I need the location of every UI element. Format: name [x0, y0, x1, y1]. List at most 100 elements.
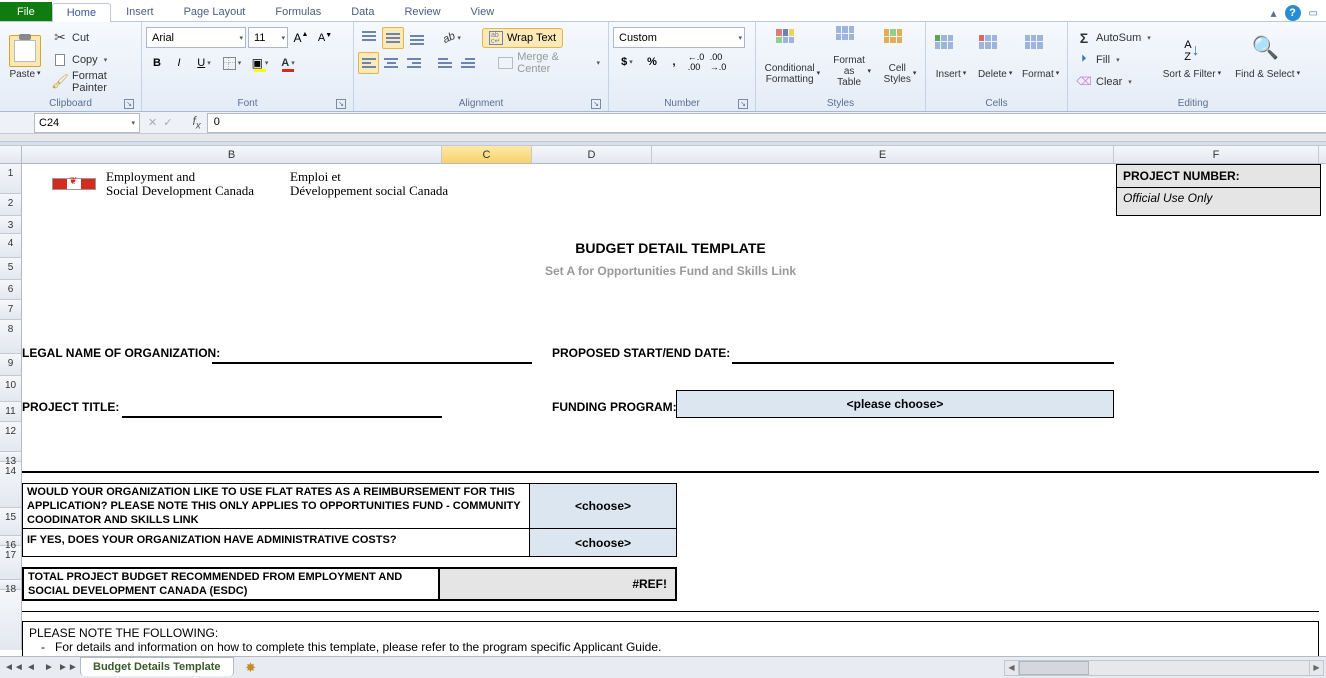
row-header[interactable] [0, 590, 22, 650]
row-header[interactable]: 4 [0, 234, 22, 258]
clear-button[interactable]: ⌫Clear▾ [1072, 71, 1155, 92]
row-header[interactable]: 13 [0, 452, 22, 462]
format-as-table-button[interactable]: Format as Table▾ [827, 24, 877, 90]
accounting-format-button[interactable]: $▾ [613, 51, 641, 73]
orientation-button[interactable]: ab▾ [438, 27, 466, 49]
decrease-indent-button[interactable] [435, 52, 456, 74]
clipboard-launcher[interactable]: ↘ [124, 99, 134, 109]
new-sheet-button[interactable]: ✸ [238, 660, 264, 676]
number-launcher[interactable]: ↘ [738, 99, 748, 109]
format-painter-button[interactable]: 🖌Format Painter [48, 71, 137, 92]
percent-button[interactable]: % [641, 51, 663, 73]
proposed-date-field[interactable] [732, 362, 1114, 364]
row-header[interactable]: 15 [0, 508, 22, 536]
align-right-button[interactable] [404, 52, 425, 74]
row-header[interactable]: 1 [0, 164, 22, 194]
shrink-font-button[interactable]: A▼ [314, 27, 336, 49]
wrap-text-button[interactable]: abc↵Wrap Text [482, 28, 563, 48]
decrease-decimal-button[interactable]: .00→.0 [707, 51, 729, 73]
scroll-right-icon[interactable]: ▶ [1309, 661, 1323, 675]
sort-filter-button[interactable]: AZ↓Sort & Filter▾ [1157, 24, 1227, 90]
col-header-d[interactable]: D [532, 146, 652, 163]
col-header-b[interactable]: B [22, 146, 442, 163]
tab-view[interactable]: View [456, 2, 510, 21]
border-button[interactable]: ▾ [218, 52, 246, 74]
spreadsheet-grid[interactable]: B C D E F 1 2 3 4 5 6 7 8 9 10 11 12 13 … [0, 146, 1326, 656]
tab-insert[interactable]: Insert [111, 2, 169, 21]
align-top-button[interactable] [358, 27, 380, 49]
row-header[interactable]: 11 [0, 402, 22, 422]
row-header[interactable]: 12 [0, 422, 22, 452]
scroll-thumb[interactable] [1019, 661, 1089, 675]
find-select-button[interactable]: 🔍Find & Select▾ [1229, 24, 1306, 90]
flat-rate-select[interactable]: <choose> [530, 483, 677, 529]
select-all-corner[interactable] [0, 146, 22, 163]
row-header[interactable]: 8 [0, 320, 22, 354]
cell-styles-button[interactable]: Cell Styles▾ [879, 24, 921, 90]
font-color-button[interactable]: A▾ [274, 52, 302, 74]
tab-page-layout[interactable]: Page Layout [169, 2, 261, 21]
row-header[interactable]: 18 [0, 580, 22, 590]
sheet-nav-next[interactable]: ► [40, 662, 58, 673]
tab-review[interactable]: Review [389, 2, 455, 21]
col-header-e[interactable]: E [652, 146, 1114, 163]
delete-cells-button[interactable]: Delete▾ [974, 24, 1016, 90]
window-control-icon[interactable]: ▭ [1309, 8, 1318, 19]
insert-cells-button[interactable]: Insert▾ [930, 24, 972, 90]
row-header[interactable]: 6 [0, 280, 22, 300]
font-family-combo[interactable]: Arial▾ [146, 27, 246, 48]
align-left-button[interactable] [358, 52, 379, 74]
alignment-launcher[interactable]: ↘ [591, 99, 601, 109]
help-icon[interactable]: ? [1285, 5, 1301, 21]
conditional-formatting-button[interactable]: Conditional Formatting▾ [760, 24, 825, 90]
sheet-nav-first[interactable]: ◄◄ [4, 662, 22, 673]
row-header[interactable]: 7 [0, 300, 22, 320]
row-header[interactable]: 10 [0, 376, 22, 402]
row-header[interactable]: 9 [0, 354, 22, 376]
bold-button[interactable]: B [146, 52, 168, 74]
horizontal-scrollbar[interactable]: ◀ ▶ [1004, 660, 1324, 676]
sheet-nav-last[interactable]: ►► [58, 662, 76, 673]
fill-color-button[interactable]: ▣▾ [246, 52, 274, 74]
underline-button[interactable]: U▾ [190, 52, 218, 74]
copy-button[interactable]: Copy▾ [48, 49, 137, 70]
fill-button[interactable]: 🞂Fill▾ [1072, 49, 1155, 70]
align-center-button[interactable] [381, 52, 402, 74]
sheet-tab-active[interactable]: Budget Details Template [80, 657, 234, 676]
autosum-button[interactable]: ΣAutoSum▾ [1072, 27, 1155, 48]
row-header[interactable]: 16 [0, 536, 22, 546]
tab-data[interactable]: Data [336, 2, 389, 21]
col-header-f[interactable]: F [1114, 146, 1319, 163]
fx-icon[interactable]: fx [192, 114, 200, 131]
legal-name-field[interactable] [212, 362, 532, 364]
tab-file[interactable]: File [0, 2, 52, 21]
row-header[interactable]: 14 [0, 462, 22, 508]
align-middle-button[interactable] [382, 27, 404, 49]
formula-bar[interactable]: 0 [207, 113, 1326, 133]
tab-home[interactable]: Home [52, 3, 111, 22]
minimize-ribbon-icon[interactable]: ▴ [1271, 6, 1277, 20]
italic-button[interactable]: I [168, 52, 190, 74]
scroll-left-icon[interactable]: ◀ [1005, 661, 1019, 675]
funding-program-select[interactable]: <please choose> [676, 390, 1114, 418]
merge-center-button[interactable]: Merge & Center▾ [494, 53, 604, 74]
number-format-combo[interactable]: Custom▾ [613, 27, 745, 48]
increase-indent-button[interactable] [458, 52, 479, 74]
row-header[interactable]: 2 [0, 194, 22, 216]
tab-formulas[interactable]: Formulas [260, 2, 336, 21]
paste-button[interactable]: Paste▾ [4, 24, 46, 90]
grow-font-button[interactable]: A▲ [290, 27, 312, 49]
project-title-field[interactable] [122, 416, 442, 418]
cut-button[interactable]: ✂Cut [48, 27, 137, 48]
name-box[interactable]: C24▾ [34, 113, 140, 133]
col-header-c[interactable]: C [442, 146, 532, 163]
admin-costs-select[interactable]: <choose> [530, 529, 677, 557]
align-bottom-button[interactable] [406, 27, 428, 49]
row-header[interactable]: 17 [0, 546, 22, 580]
format-cells-button[interactable]: Format▾ [1018, 24, 1063, 90]
comma-style-button[interactable]: , [663, 51, 685, 73]
increase-decimal-button[interactable]: ←.0.00 [685, 51, 707, 73]
row-header[interactable]: 5 [0, 258, 22, 280]
row-header[interactable]: 3 [0, 216, 22, 234]
font-size-combo[interactable]: 11▾ [248, 27, 288, 48]
